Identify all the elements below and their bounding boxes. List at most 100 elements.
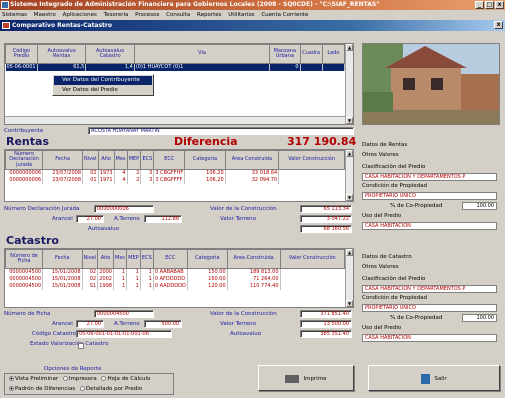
cell: 4 [114, 169, 128, 177]
aterreno-field[interactable]: 112.86 [144, 215, 182, 223]
cell: S1 [82, 282, 99, 290]
col-fecha[interactable]: Fecha [42, 249, 83, 269]
menu-utilitarios[interactable]: Utilitarios [228, 12, 254, 18]
close-button[interactable]: x [495, 1, 504, 9]
radio-vista-preliminar[interactable]: Vista Preliminar [9, 376, 58, 382]
col-nivel[interactable]: Nivel [82, 150, 99, 170]
maximize-button[interactable]: □ [485, 1, 494, 9]
cell: 0000000006 [5, 176, 44, 184]
contribuyente-field[interactable]: ACOSTA HUAYANAY MARTIN [88, 127, 354, 135]
menu-tesoreria[interactable]: Tesoreria [104, 12, 129, 18]
autoavaluo-catastro-field[interactable]: 385 351.40 [300, 330, 352, 338]
ndj-field[interactable]: 0000000006 [94, 205, 154, 213]
cell: 71 264.00 [227, 275, 281, 283]
carancel-field[interactable]: 27.00 [76, 320, 104, 328]
cvt-field[interactable]: 13 500.00 [300, 320, 352, 328]
col-ano[interactable]: Año [97, 150, 115, 170]
col-ecs[interactable]: ECS [140, 150, 155, 170]
nf-field[interactable]: 0000004500 [94, 310, 154, 318]
rentas-vscroll[interactable]: ▲ ▼ [345, 150, 353, 201]
radio-hoja-calculo[interactable]: Hoja de Cálculo [101, 376, 150, 382]
ndj-label: Número Declaración Jurada [4, 206, 80, 212]
clasificacion-field[interactable]: CASA HABITACION Y DEPARTAMENTOS P [362, 173, 497, 181]
col-valor[interactable]: Valor Construcción [279, 249, 346, 269]
copropiedad-field[interactable]: 100.00 [462, 202, 497, 210]
radio-impresora[interactable]: Impresora [62, 376, 97, 382]
col-codigo-predio[interactable]: Código Predio [5, 44, 38, 64]
col-nivel[interactable]: Nivel [81, 249, 99, 269]
col-ano[interactable]: Año [97, 249, 114, 269]
vt-field[interactable]: 3 047.22 [300, 215, 352, 223]
window-icon [2, 22, 10, 29]
uso-field[interactable]: CASA HABITACION [362, 334, 497, 342]
col-categoria[interactable]: Categoría [184, 150, 226, 170]
uso-field[interactable]: CASA HABITACION [362, 222, 497, 230]
menu-item-ver-contribuyente[interactable]: Ver Datos del Contribuyente [54, 76, 152, 85]
col-cuadra[interactable]: Cuadra [299, 44, 323, 64]
cvc-field[interactable]: 371 851.40 [300, 310, 352, 318]
table-row[interactable]: 0000004500 15/01/2008 02 2000 1 1 1 0 AABABAB 15… [5, 268, 345, 276]
menu-procesos[interactable]: Procesos [135, 12, 159, 18]
child-close-button[interactable]: x [494, 21, 503, 29]
col-via[interactable]: Via [133, 44, 271, 64]
col-ecc[interactable]: ECC [153, 150, 186, 170]
table-row[interactable]: 0000000006 23/07/2008 01 1971 4 2 3 3 CBGFFFF 10… [5, 176, 345, 184]
catastro-grid[interactable]: Número de Ficha Fecha Nivel Año Mes MEP … [4, 248, 354, 308]
col-categoria[interactable]: Categoría [186, 249, 228, 269]
col-mep[interactable]: MEP [126, 249, 141, 269]
col-mep[interactable]: MEP [126, 150, 142, 170]
menu-item-ver-predio[interactable]: Ver Datos del Predio [54, 86, 152, 95]
menu-consulta[interactable]: Consulta [166, 12, 190, 18]
cell: 01 [82, 176, 99, 184]
table-row[interactable]: 0000004500 15/01/2008 02 2002 1 1 1 0 AFDDDDD 16… [5, 275, 345, 283]
cell: 1971 [98, 176, 115, 184]
table-row[interactable]: 0000004500 15/01/2008 S1 1998 1 1 1 0 AADDDDD 12… [5, 282, 345, 290]
col-ficha[interactable]: Número de Ficha [4, 249, 44, 269]
cell: 1 [113, 282, 127, 290]
arancel-field[interactable]: 27.00 [76, 215, 104, 223]
col-ecs[interactable]: ECS [139, 249, 154, 269]
clasificacion-field[interactable]: CASA HABITACION Y DEPARTAMENTOS P [362, 285, 497, 293]
estado-valorizacion-checkbox[interactable] [78, 343, 84, 349]
col-mes[interactable]: Mes [113, 249, 127, 269]
salir-button[interactable]: Salir [368, 365, 500, 391]
minimize-button[interactable]: _ [475, 1, 484, 9]
col-mes[interactable]: Mes [113, 150, 128, 170]
codigo-catastro-field[interactable]: 05-06-001-01-01-01-001-06 [76, 330, 172, 338]
caterreno-field[interactable]: 500.00 [144, 320, 182, 328]
table-row[interactable]: 05-06-0001 61,5 1,4 (0)1 HUAYCOT (0)1 0 [5, 63, 346, 71]
col-fecha[interactable]: Fecha [42, 150, 84, 170]
vc-field[interactable]: 65 113.34 [300, 205, 352, 213]
radio-detallado-predio[interactable]: Detallado por Predio [79, 386, 142, 392]
col-autoavaluo-catastro[interactable]: Autoavaluo Catastro [85, 44, 135, 64]
imprime-button[interactable]: Imprime [258, 365, 354, 391]
predios-vscroll[interactable]: ▲ ▼ [345, 44, 353, 124]
menu-cuenta-corriente[interactable]: Cuenta Corriente [261, 12, 308, 18]
catastro-vscroll[interactable]: ▲ ▼ [345, 249, 353, 307]
predios-hscroll[interactable] [5, 116, 345, 124]
table-row[interactable]: 0000000006 23/07/2008 02 1973 4 2 3 3 CBGFFHF 10… [5, 169, 345, 177]
col-autoavaluo-rentas[interactable]: Autoavaluo Rentas [36, 44, 87, 64]
condicion-field[interactable]: PROPIETARIO UNICO [362, 304, 497, 312]
col-area[interactable]: Area Construida [226, 249, 281, 269]
cell-autoavaluo-rentas: 61,5 [37, 63, 87, 71]
col-area[interactable]: Area Construida [224, 150, 280, 170]
datos-rentas-label: Datos de Rentas [362, 142, 408, 148]
col-declaracion[interactable]: Número Declaración Jurada [4, 150, 44, 170]
menu-maestro[interactable]: Maestro [34, 12, 56, 18]
cell-codigo: 05-06-0001 [5, 63, 38, 71]
col-lado[interactable]: Lado [321, 44, 346, 64]
uso-label: Uso del Predio [362, 325, 402, 331]
col-ecc[interactable]: ECC [152, 249, 188, 269]
autoavaluo-rentas-field[interactable]: 68 160.56 [300, 225, 352, 233]
condicion-field[interactable]: PROPIETARIO UNICO [362, 192, 497, 200]
radio-padron-diferencias[interactable]: Padrón de Diferencias [9, 386, 75, 392]
menu-sistemas[interactable]: Sistemas [2, 12, 27, 18]
cell: 0 AADDDDD [153, 282, 188, 290]
copropiedad-field[interactable]: 100.00 [462, 314, 497, 322]
col-valor[interactable]: Valor Construcción [278, 150, 345, 170]
menu-reportes[interactable]: Reportes [197, 12, 221, 18]
rentas-grid[interactable]: Número Declaración Jurada Fecha Nivel Añ… [4, 149, 354, 202]
col-manzana[interactable]: Manzana Urbana [269, 44, 301, 64]
menu-aplicaciones[interactable]: Aplicaciones [63, 12, 97, 18]
